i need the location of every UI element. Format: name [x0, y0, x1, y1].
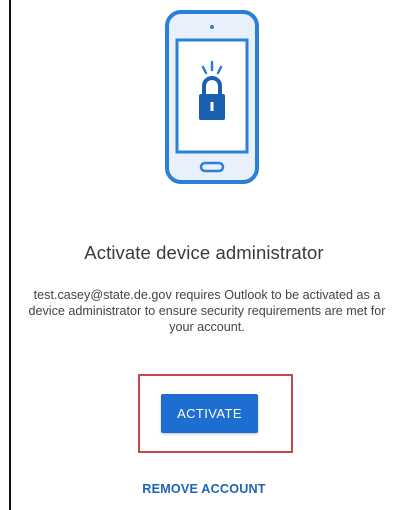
- dialog-description: test.casey@state.de.gov requires Outlook…: [28, 288, 386, 334]
- activate-button[interactable]: ACTIVATE: [161, 394, 258, 433]
- phone-lock-icon: [163, 10, 263, 190]
- remove-account-button[interactable]: REMOVE ACCOUNT: [11, 482, 394, 496]
- dialog-panel: Activate device administrator test.casey…: [9, 0, 394, 510]
- dialog-title: Activate device administrator: [84, 242, 324, 263]
